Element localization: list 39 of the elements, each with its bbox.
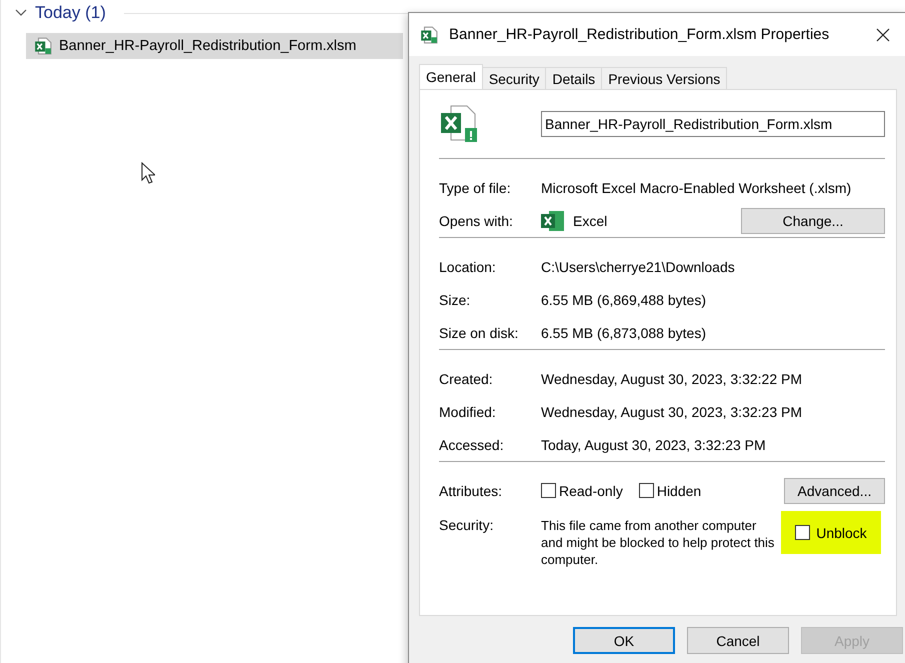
field-label: Type of file: (439, 180, 512, 196)
field-label: Location: (439, 258, 497, 274)
field-label: Modified: (439, 404, 497, 420)
file-item[interactable]: Banner_HR-Payroll_Redistribution_Form.xlsm (26, 33, 403, 59)
checkbox[interactable]: Unblock (795, 524, 867, 540)
filename-field[interactable]: Banner_HR-Payroll_Redistribution_Form.xlsm (541, 111, 885, 137)
tab[interactable]: Previous Versions (601, 67, 728, 89)
spreadsheet-app-icon (541, 210, 565, 232)
close-icon (876, 28, 890, 42)
dialog-button[interactable]: Cancel (687, 627, 789, 654)
spreadsheet-file-icon (439, 104, 479, 144)
field-label: Security: (439, 517, 494, 533)
field-value: Excel (573, 212, 608, 228)
field-value: Wednesday, August 30, 2023, 3:32:22 PM (541, 370, 802, 386)
field-value: C:\Users\cherrye21\Downloads (541, 258, 735, 274)
spreadsheet-file-icon (33, 37, 53, 55)
mouse-pointer-icon (141, 162, 155, 184)
group-header-label[interactable]: Today (1) (35, 3, 106, 23)
spreadsheet-file-icon (419, 26, 439, 44)
field-value: 6.55 MB (6,873,088 bytes) (541, 324, 706, 340)
tab[interactable]: General (419, 64, 483, 89)
change-button[interactable]: Change... (741, 208, 885, 234)
dialog-button[interactable]: OK (573, 627, 675, 654)
field-label: Accessed: (439, 436, 505, 452)
field-label: Opens with: (439, 212, 514, 228)
security-message: This file came from another computer and might be blocked to help protect this computer. (541, 517, 776, 568)
checkbox[interactable]: Hidden (638, 482, 702, 498)
field-label: Attributes: (439, 482, 504, 498)
field-label: Size on disk: (439, 324, 520, 340)
tab[interactable]: Security (482, 67, 546, 89)
advanced-button[interactable]: Advanced... (784, 478, 885, 504)
field-value: 6.55 MB (6,869,488 bytes) (541, 292, 706, 308)
checkbox[interactable]: Read-only (541, 482, 623, 498)
field-value: Today, August 30, 2023, 3:32:23 PM (541, 436, 766, 452)
field-label: Size: (439, 292, 472, 308)
field-label: Created: (439, 370, 494, 386)
window-title: Banner_HR-Payroll_Redistribution_Form.xlsm Properties (449, 26, 830, 43)
field-value: Wednesday, August 30, 2023, 3:32:23 PM (541, 404, 802, 420)
field-value: Microsoft Excel Macro-Enabled Worksheet (.xlsm) (541, 180, 852, 196)
